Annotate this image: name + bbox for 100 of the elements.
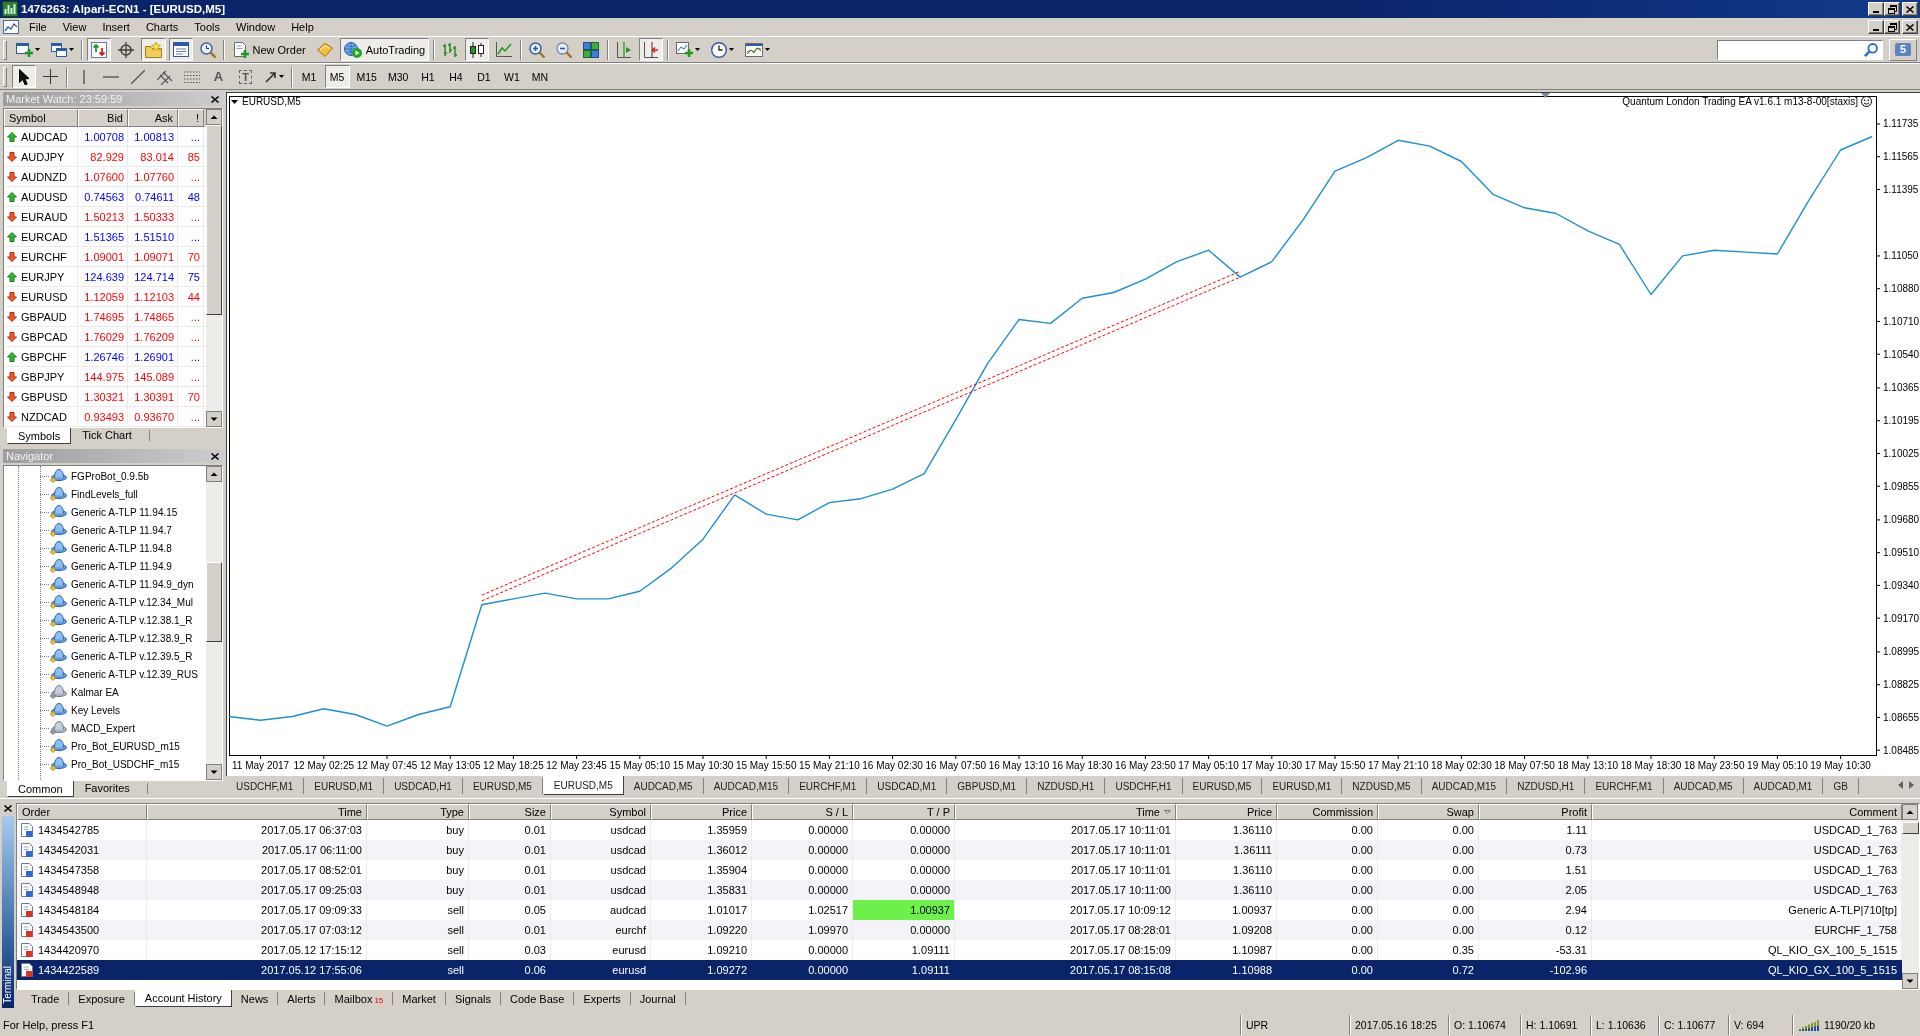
terminal-tab[interactable]: Experts <box>574 992 631 1005</box>
panel-tab[interactable]: Favorites <box>73 781 141 795</box>
terminal-tab[interactable]: Code Base <box>501 992 575 1005</box>
menu-item[interactable]: Charts <box>137 21 187 33</box>
chart-tab[interactable]: NZDUSD,H1 <box>1027 778 1106 794</box>
restore-button[interactable] <box>1884 20 1900 34</box>
timeframe-button[interactable]: W1 <box>499 65 525 88</box>
column-header[interactable]: Time <box>147 804 367 820</box>
timeframe-button[interactable]: MN <box>527 65 553 88</box>
terminal-tab[interactable]: Account History <box>134 990 232 1007</box>
navigator-item[interactable]: Pro_Bot_USDCHF_m15 <box>71 758 180 770</box>
navigator-item[interactable]: FindLevels_full <box>71 488 138 500</box>
caret-icon[interactable] <box>231 99 238 104</box>
text-button[interactable]: A <box>206 65 231 88</box>
minimize-button[interactable] <box>1868 20 1884 34</box>
terminal-tab[interactable]: Alerts <box>278 992 326 1005</box>
terminal-tab[interactable]: Journal <box>630 992 686 1005</box>
chart-tab[interactable]: EURUSD,M5 <box>462 778 543 794</box>
column-header[interactable]: Ask <box>128 109 178 127</box>
shift-marker-icon[interactable] <box>1541 93 1550 98</box>
column-header[interactable]: Order <box>17 804 147 820</box>
messages-button[interactable]: 5 <box>1889 38 1917 61</box>
panel-tab[interactable]: Common <box>7 781 74 797</box>
scrollbar-thumb[interactable] <box>206 562 222 642</box>
timeframe-button[interactable]: D1 <box>471 65 497 88</box>
chart-tab[interactable]: GB <box>1823 778 1859 794</box>
column-header[interactable]: Symbol <box>551 804 651 820</box>
column-header[interactable]: Bid <box>78 109 128 127</box>
menu-item[interactable]: Help <box>283 21 322 33</box>
close-icon[interactable] <box>211 95 219 103</box>
column-header[interactable]: Time <box>955 804 1176 820</box>
navigator-button[interactable] <box>140 38 166 61</box>
navigator-item[interactable]: Key Levels <box>71 704 120 716</box>
column-header[interactable]: Symbol <box>4 109 78 127</box>
navigator-item[interactable]: Generic A-TLP v.12.39.5_R <box>71 650 193 662</box>
text-label-button[interactable]: T <box>233 65 258 88</box>
new-order-button[interactable]: New Order <box>228 38 310 61</box>
column-header[interactable]: Swap <box>1378 804 1479 820</box>
vertical-scrollbar[interactable] <box>206 466 222 780</box>
navigator-item[interactable]: FGProBot_0.9.5b <box>71 470 149 482</box>
chart-tab[interactable]: NZDUSD,H1 <box>1507 778 1586 794</box>
column-header[interactable]: Size <box>469 804 551 820</box>
menu-item[interactable]: View <box>54 21 95 33</box>
timeframe-button[interactable]: M5 <box>324 65 350 88</box>
navigator-item[interactable]: Generic A-TLP v.12.38.1_R <box>71 614 193 626</box>
column-header[interactable]: ! <box>178 109 204 127</box>
chart-tab[interactable]: AUDCAD,M15 <box>1421 778 1508 794</box>
scroll-down-icon[interactable] <box>1902 973 1918 989</box>
search-field[interactable] <box>1717 39 1883 60</box>
vertical-scrollbar[interactable] <box>206 109 222 427</box>
navigator-item[interactable]: Pro_Bot_EURUSD_m15 <box>71 740 180 752</box>
close-button[interactable] <box>1902 2 1918 16</box>
scroll-right-icon[interactable] <box>1909 781 1914 789</box>
scroll-down-icon[interactable] <box>206 764 222 780</box>
cursor-button[interactable] <box>11 65 36 88</box>
timeframe-button[interactable]: M30 <box>383 65 413 88</box>
timeframe-button[interactable]: M15 <box>352 65 381 88</box>
auto-scroll-button[interactable] <box>639 38 664 61</box>
chart-tab[interactable]: AUDCAD,M1 <box>1743 778 1824 794</box>
menu-item[interactable]: Window <box>228 21 284 33</box>
scroll-up-icon[interactable] <box>206 109 222 125</box>
chart-tab[interactable]: AUDCAD,M15 <box>703 778 790 794</box>
chart-tab[interactable]: USDCAD,M1 <box>867 778 948 794</box>
table-row[interactable]: 1434548948 2017.05.17 09:25:03 buy 0.01 usdcad 1.35831 0.00000 0.00000 2017.05.17 10:11:00 1.36110 0.00 0.00 2.05 USDCAD_1_763 <box>17 880 1902 900</box>
timeframe-button[interactable]: H1 <box>415 65 441 88</box>
column-header[interactable]: Price <box>1176 804 1277 820</box>
terminal-tab[interactable]: Market <box>393 992 446 1005</box>
terminal-tab[interactable]: Signals <box>445 992 501 1005</box>
scrollbar-thumb[interactable] <box>206 125 222 315</box>
timeframe-button[interactable]: M1 <box>296 65 322 88</box>
chart-tab[interactable]: EURUSD,M5 <box>542 776 624 795</box>
navigator-item[interactable]: Generic A-TLP 11.94.15 <box>71 506 178 518</box>
panel-tab[interactable]: Tick Chart <box>71 428 143 442</box>
column-header[interactable]: Profit <box>1479 804 1592 820</box>
vertical-scrollbar[interactable] <box>1902 804 1919 989</box>
column-header[interactable]: S / L <box>752 804 853 820</box>
chart-tab[interactable]: GBPUSD,M1 <box>947 778 1028 794</box>
chart-tab[interactable]: USDCHF,H1 <box>1105 778 1183 794</box>
navigator-item[interactable]: Generic A-TLP 11.94.8 <box>71 542 172 554</box>
column-header[interactable]: T / P <box>853 804 955 820</box>
chart-tab[interactable]: NZDUSD,M5 <box>1342 778 1422 794</box>
navigator-item[interactable]: Generic A-TLP 11.94.7 <box>71 524 172 536</box>
market-watch-button[interactable] <box>86 38 111 61</box>
table-row[interactable]: 1434542031 2017.05.17 06:11:00 buy 0.01 usdcad 1.36012 0.00000 0.00000 2017.05.17 10:11:01 1.36111 0.00 0.00 0.73 USDCAD_1_763 <box>17 840 1902 860</box>
column-header[interactable]: Comment <box>1592 804 1902 820</box>
column-header[interactable]: Price <box>651 804 752 820</box>
menu-item[interactable]: Insert <box>94 21 138 33</box>
chart-tab[interactable]: EURUSD,M1 <box>304 778 385 794</box>
column-header[interactable]: Type <box>367 804 469 820</box>
menu-item[interactable]: File <box>21 21 55 33</box>
navigator-item[interactable]: Generic A-TLP v.12.38.9_R <box>71 632 193 644</box>
scroll-down-icon[interactable] <box>206 411 222 427</box>
chart-tab[interactable]: USDCAD,H1 <box>384 778 463 794</box>
navigator-item[interactable]: Kalmar EA <box>71 686 119 698</box>
close-button[interactable] <box>1902 20 1918 34</box>
timeframe-button[interactable]: H4 <box>443 65 469 88</box>
terminal-tab[interactable]: News <box>231 992 279 1005</box>
scroll-left-icon[interactable] <box>1898 781 1903 789</box>
scrollbar-thumb[interactable] <box>1902 822 1919 834</box>
chart-tab[interactable]: AUDCAD,M5 <box>623 778 704 794</box>
